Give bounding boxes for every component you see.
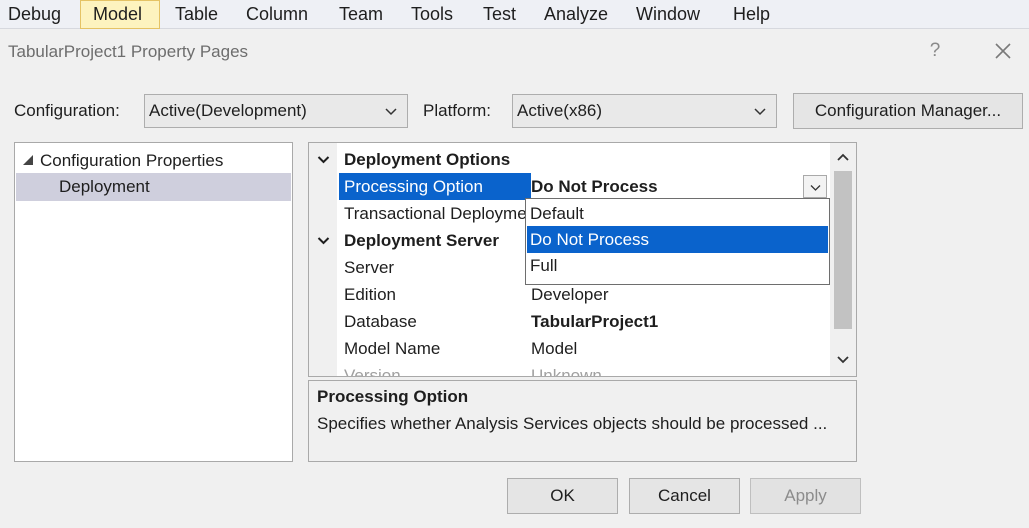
property-value[interactable]: Model [531, 335, 829, 362]
option-default[interactable]: Default [527, 200, 828, 227]
menu-bar: Debug Model Table Column Team Tools Test… [0, 0, 1029, 29]
property-value[interactable]: TabularProject1 [531, 308, 829, 335]
configuration-manager-button[interactable]: Configuration Manager... [793, 93, 1023, 129]
apply-button[interactable]: Apply [750, 478, 861, 514]
help-button[interactable]: ? [926, 40, 944, 62]
configuration-label: Configuration: [14, 101, 120, 120]
dropdown-button[interactable] [803, 175, 827, 198]
chevron-down-icon [754, 108, 766, 116]
scroll-thumb[interactable] [834, 171, 852, 329]
menu-analyze[interactable]: Analyze [532, 0, 620, 29]
description-panel: Processing Option Specifies whether Anal… [308, 380, 857, 462]
category-title: Deployment Server [344, 231, 499, 250]
cancel-button[interactable]: Cancel [629, 478, 740, 514]
expanded-triangle-icon[interactable] [22, 154, 34, 166]
ok-button[interactable]: OK [507, 478, 618, 514]
menu-model[interactable]: Model [80, 0, 160, 29]
platform-label: Platform: [423, 101, 492, 120]
menu-test[interactable]: Test [471, 0, 528, 29]
property-name: Version [344, 366, 401, 377]
description-title: Processing Option [317, 387, 469, 406]
configuration-select[interactable]: Active(Development) [144, 94, 408, 128]
description-text: Specifies whether Analysis Services obje… [317, 414, 828, 433]
menu-help[interactable]: Help [721, 0, 782, 29]
property-name: Processing Option [339, 173, 531, 200]
platform-value: Active(x86) [517, 101, 603, 120]
collapse-chevron-icon[interactable] [317, 234, 330, 247]
tree-child-label: Deployment [59, 177, 150, 196]
property-row-processing-option[interactable]: Processing Option Do Not Process [309, 173, 829, 200]
grid-scrollbar[interactable] [830, 143, 856, 376]
chevron-down-icon [385, 108, 397, 116]
menu-debug[interactable]: Debug [0, 0, 73, 29]
property-row-edition[interactable]: Edition Developer [309, 281, 829, 308]
scroll-up-icon[interactable] [837, 152, 849, 162]
option-do-not-process[interactable]: Do Not Process [527, 226, 828, 253]
property-value: Unknown [531, 366, 602, 377]
processing-option-dropdown-list: Default Do Not Process Full [525, 198, 830, 285]
tree-root-label: Configuration Properties [40, 151, 224, 170]
property-name: Database [344, 312, 417, 331]
property-name: Edition [344, 285, 396, 304]
category-title: Deployment Options [344, 150, 511, 169]
tree-item-configuration-properties[interactable]: Configuration Properties [15, 149, 292, 173]
collapse-chevron-icon[interactable] [317, 153, 330, 166]
property-name: Transactional Deployment [344, 204, 526, 223]
property-row-model-name[interactable]: Model Name Model [309, 335, 829, 362]
platform-select[interactable]: Active(x86) [512, 94, 777, 128]
property-value[interactable]: Do Not Process [531, 173, 829, 200]
property-name: Model Name [344, 339, 441, 358]
scroll-down-icon[interactable] [837, 355, 849, 365]
settings-tree: Configuration Properties Deployment [14, 142, 293, 462]
menu-tools[interactable]: Tools [399, 0, 465, 29]
property-value[interactable]: Developer [531, 281, 829, 308]
category-deployment-options[interactable]: Deployment Options [309, 146, 829, 173]
menu-team[interactable]: Team [327, 0, 395, 29]
menu-table[interactable]: Table [163, 0, 230, 29]
chevron-down-icon [810, 185, 821, 191]
close-icon[interactable] [990, 38, 1016, 64]
property-row-version[interactable]: Version Unknown [309, 362, 829, 377]
menu-column[interactable]: Column [234, 0, 320, 29]
dialog-title: TabularProject1 Property Pages [8, 42, 249, 61]
configuration-value: Active(Development) [149, 101, 307, 120]
tree-item-deployment[interactable]: Deployment [16, 173, 291, 201]
option-full[interactable]: Full [527, 252, 828, 279]
property-name: Server [344, 258, 395, 277]
menu-window[interactable]: Window [624, 0, 712, 29]
property-row-database[interactable]: Database TabularProject1 [309, 308, 829, 335]
